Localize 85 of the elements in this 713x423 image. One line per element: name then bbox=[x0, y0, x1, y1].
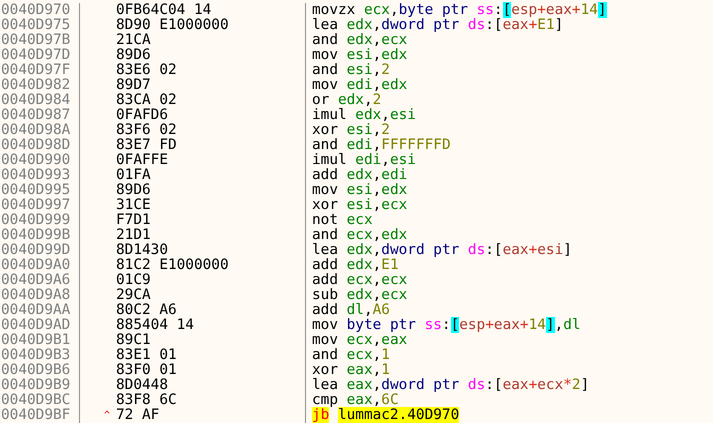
instruction-text: cmp eax,6C bbox=[312, 392, 399, 408]
address-text: 0040D9A8 bbox=[1, 287, 70, 303]
address-text: 0040D999 bbox=[1, 212, 70, 228]
opcode-bytes: 83F0 01 bbox=[116, 363, 177, 378]
instruction-text: or edx,2 bbox=[312, 92, 382, 108]
instruction-text: add edx,edi bbox=[312, 167, 408, 183]
instruction-text: and edi,FFFFFFFD bbox=[312, 137, 451, 153]
opcode-bytes: 80C2 A6 bbox=[116, 303, 177, 318]
opcode-bytes: 0FAFFE bbox=[116, 153, 168, 168]
opcode-bytes: 8D90 E1000000 bbox=[116, 18, 229, 33]
instruction-text: lea edx,dword ptr ds:[eax+esi] bbox=[312, 242, 572, 258]
opcode-bytes: 31CE bbox=[116, 198, 151, 213]
address-text: 0040D997 bbox=[1, 197, 70, 213]
address-text: 0040D9B1 bbox=[1, 332, 70, 348]
address-text: 0040D99D bbox=[1, 242, 70, 258]
opcode-bytes: 8D0448 bbox=[116, 378, 168, 393]
instruction-text: imul edx,esi bbox=[312, 107, 416, 123]
address-text: 0040D97F bbox=[1, 62, 70, 78]
address-text: 0040D98A bbox=[1, 122, 70, 138]
instruction-text: mov edi,edx bbox=[312, 77, 408, 93]
opcode-bytes: 89D6 bbox=[116, 48, 151, 63]
address-text: 0040D9B6 bbox=[1, 362, 70, 378]
jump-arrow: ^ bbox=[104, 409, 110, 423]
instruction-text: xor esi,ecx bbox=[312, 197, 408, 213]
instruction-text: mov byte ptr ss:[esp+eax+14],dl bbox=[312, 317, 581, 333]
opcode-bytes: 21D1 bbox=[116, 228, 151, 243]
address-text: 0040D984 bbox=[1, 92, 70, 108]
opcode-bytes: 83E6 02 bbox=[116, 63, 177, 78]
address-text: 0040D97D bbox=[1, 47, 70, 63]
opcode-bytes: 81C2 E1000000 bbox=[116, 258, 229, 273]
opcode-bytes: 29CA bbox=[116, 288, 151, 303]
instruction-text: not ecx bbox=[312, 212, 373, 228]
address-text: 0040D98D bbox=[1, 137, 70, 153]
address-text: 0040D970 bbox=[1, 2, 70, 18]
instruction-text: and edx,ecx bbox=[312, 32, 408, 48]
opcode-bytes: 01FA bbox=[116, 168, 151, 183]
instruction-text: and ecx,1 bbox=[312, 347, 390, 363]
address-text: 0040D990 bbox=[1, 152, 70, 168]
instruction-text: mov ecx,eax bbox=[312, 332, 408, 348]
instruction-text: mov esi,edx bbox=[312, 182, 408, 198]
address-text: 0040D995 bbox=[1, 182, 70, 198]
instruction-text: lea eax,dword ptr ds:[eax+ecx*2] bbox=[312, 377, 590, 393]
instruction-text: add edx,E1 bbox=[312, 257, 399, 273]
address-text: 0040D9BF bbox=[1, 407, 70, 423]
opcode-bytes: 83F6 02 bbox=[116, 123, 177, 138]
opcode-bytes: 21CA bbox=[116, 33, 151, 48]
opcode-bytes: F7D1 bbox=[116, 213, 151, 228]
address-text: 0040D987 bbox=[1, 107, 70, 123]
opcode-bytes: 89C1 bbox=[116, 333, 151, 348]
instruction-text: lea edx,dword ptr ds:[eax+E1] bbox=[312, 17, 564, 33]
opcode-bytes: 83CA 02 bbox=[116, 93, 177, 108]
address-text: 0040D9B9 bbox=[1, 377, 70, 393]
address-text: 0040D9A0 bbox=[1, 257, 70, 273]
address-text: 0040D9AD bbox=[1, 317, 70, 333]
instruction-text: imul edi,esi bbox=[312, 152, 416, 168]
address-text: 0040D99B bbox=[1, 227, 70, 243]
instruction-text: mov esi,edx bbox=[312, 47, 408, 63]
address-text: 0040D9B3 bbox=[1, 347, 70, 363]
instruction-text: movzx ecx,byte ptr ss:[esp+eax+14] bbox=[312, 2, 607, 18]
address-text: 0040D982 bbox=[1, 77, 70, 93]
opcode-bytes: 8D1430 bbox=[116, 243, 168, 258]
instruction-text: and esi,2 bbox=[312, 62, 390, 78]
instruction-text: add dl,A6 bbox=[312, 302, 390, 318]
instruction-text: xor eax,1 bbox=[312, 362, 390, 378]
instruction-text: sub edx,ecx bbox=[312, 287, 408, 303]
opcode-bytes: 0FB64C04 14 bbox=[116, 3, 212, 18]
opcode-bytes: 885404 14 bbox=[116, 318, 194, 333]
opcode-bytes: 72 AF bbox=[116, 408, 160, 423]
address-text: 0040D993 bbox=[1, 167, 70, 183]
opcode-bytes: 83E7 FD bbox=[116, 138, 177, 153]
address-text: 0040D9A6 bbox=[1, 272, 70, 288]
address-text: 0040D975 bbox=[1, 17, 70, 33]
opcode-bytes: 89D6 bbox=[116, 183, 151, 198]
address-text: 0040D97B bbox=[1, 32, 70, 48]
instruction-text: add ecx,ecx bbox=[312, 272, 408, 288]
opcode-bytes: 0FAFD6 bbox=[116, 108, 168, 123]
address-text: 0040D9AA bbox=[1, 302, 70, 318]
instruction-text: xor esi,2 bbox=[312, 122, 390, 138]
instruction-text: jb lummac2.40D970 bbox=[312, 407, 460, 423]
opcode-bytes: 01C9 bbox=[116, 273, 151, 288]
address-text: 0040D9BC bbox=[1, 392, 70, 408]
opcode-bytes: 83F8 6C bbox=[116, 393, 177, 408]
instruction-text: and ecx,edx bbox=[312, 227, 408, 243]
opcode-bytes: 89D7 bbox=[116, 78, 151, 93]
opcode-bytes: 83E1 01 bbox=[116, 348, 177, 363]
